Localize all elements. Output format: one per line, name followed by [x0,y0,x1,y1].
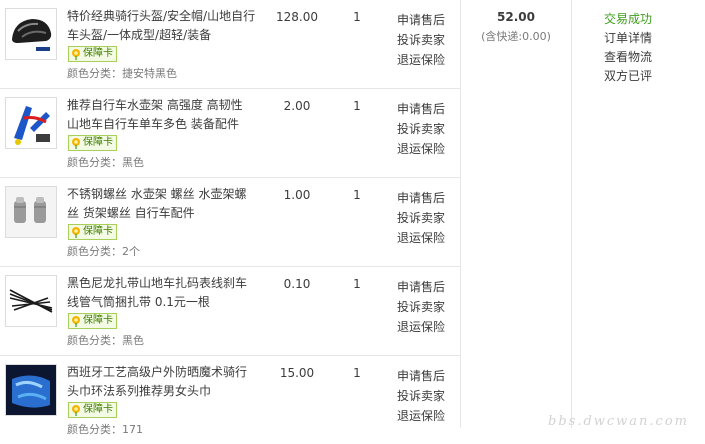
item-attribute: 颜色分类：捷安特黑色 [67,67,177,80]
order-total: 52.00 [497,10,535,24]
guarantee-badge[interactable]: 保障卡 [68,313,117,329]
item-quantity: 1 [353,99,361,113]
order-item-row: 推荐自行车水壶架 高强度 高韧性 山地车自行车单车多色 装备配件 保障卡 颜色分… [0,89,460,178]
complain-seller-link[interactable]: 投诉卖家 [397,208,445,228]
badge-label: 保障卡 [83,404,113,415]
apply-after-sale-link[interactable]: 申请售后 [397,366,445,386]
apply-after-sale-link[interactable]: 申请售后 [397,188,445,208]
guarantee-badge[interactable]: 保障卡 [68,224,117,240]
badge-label: 保障卡 [83,226,113,237]
shipping-fee: (含快递:0.00) [481,30,551,43]
service-links: 申请售后 投诉卖家 退运保险 [397,188,445,248]
watermark: bbs.dwcwan.com [548,414,689,429]
item-attribute: 颜色分类：171 [67,423,143,436]
item-attribute: 颜色分类：2个 [67,245,140,258]
return-insurance-link[interactable]: 退运保险 [397,406,445,426]
order-detail-link[interactable]: 订单详情 [604,29,652,48]
item-title[interactable]: 西班牙工艺高级户外防晒魔术骑行头巾环法系列推荐男女头巾 [67,363,257,401]
item-quantity: 1 [353,277,361,291]
complain-seller-link[interactable]: 投诉卖家 [397,119,445,139]
both-reviewed-link[interactable]: 双方已评 [604,67,652,86]
apply-after-sale-link[interactable]: 申请售后 [397,277,445,297]
complain-seller-link[interactable]: 投诉卖家 [397,30,445,50]
item-title[interactable]: 特价经典骑行头盔/安全帽/山地自行车头盔/一体成型/超轻/装备 [67,7,257,45]
item-attribute: 颜色分类：黑色 [67,334,144,347]
complain-seller-link[interactable]: 投诉卖家 [397,386,445,406]
order-total-column: 52.00 (含快递:0.00) [461,0,571,428]
apply-after-sale-link[interactable]: 申请售后 [397,10,445,30]
order-item-row: 特价经典骑行头盔/安全帽/山地自行车头盔/一体成型/超轻/装备 保障卡 颜色分类… [0,0,460,89]
item-title[interactable]: 黑色尼龙扎带山地车扎码表线刹车线管气筒捆扎带 0.1元一根 [67,274,257,312]
view-logistics-link[interactable]: 查看物流 [604,48,652,67]
badge-label: 保障卡 [83,315,113,326]
flower-icon [70,226,82,238]
return-insurance-link[interactable]: 退运保险 [397,317,445,337]
item-title[interactable]: 推荐自行车水壶架 高强度 高韧性 山地车自行车单车多色 装备配件 [67,96,257,134]
return-insurance-link[interactable]: 退运保险 [397,228,445,248]
bottle-cage-thumbnail[interactable] [5,97,57,149]
badge-label: 保障卡 [83,137,113,148]
service-links: 申请售后 投诉卖家 退运保险 [397,99,445,159]
order-status-column: 交易成功 订单详情 查看物流 双方已评 [572,0,705,428]
complain-seller-link[interactable]: 投诉卖家 [397,297,445,317]
flower-icon [70,404,82,416]
item-price: 128.00 [276,10,318,24]
item-quantity: 1 [353,188,361,202]
return-insurance-link[interactable]: 退运保险 [397,139,445,159]
item-price: 2.00 [283,99,311,113]
order-item-row: 西班牙工艺高级户外防晒魔术骑行头巾环法系列推荐男女头巾 保障卡 颜色分类：171… [0,356,460,444]
order-item-row: 不锈钢螺丝 水壶架 螺丝 水壶架螺丝 货架螺丝 自行车配件 保障卡 颜色分类：2… [0,178,460,267]
flower-icon [70,48,82,60]
order-status: 交易成功 订单详情 查看物流 双方已评 [604,10,652,86]
service-links: 申请售后 投诉卖家 退运保险 [397,10,445,70]
item-price: 1.00 [283,188,311,202]
item-title[interactable]: 不锈钢螺丝 水壶架 螺丝 水壶架螺丝 货架螺丝 自行车配件 [67,185,257,223]
item-attribute: 颜色分类：黑色 [67,156,144,169]
service-links: 申请售后 投诉卖家 退运保险 [397,277,445,337]
guarantee-badge[interactable]: 保障卡 [68,402,117,418]
bandana-thumbnail[interactable] [5,364,57,416]
cable-ties-thumbnail[interactable] [5,275,57,327]
apply-after-sale-link[interactable]: 申请售后 [397,99,445,119]
order-item-row: 黑色尼龙扎带山地车扎码表线刹车线管气筒捆扎带 0.1元一根 保障卡 颜色分类：黑… [0,267,460,356]
service-links: 申请售后 投诉卖家 退运保险 [397,366,445,426]
item-quantity: 1 [353,10,361,24]
order-card: 特价经典骑行头盔/安全帽/山地自行车头盔/一体成型/超轻/装备 保障卡 颜色分类… [0,0,705,436]
guarantee-badge[interactable]: 保障卡 [68,135,117,151]
flower-icon [70,315,82,327]
helmet-thumbnail[interactable] [5,8,57,60]
guarantee-badge[interactable]: 保障卡 [68,46,117,62]
item-price: 15.00 [279,366,315,380]
flower-icon [70,137,82,149]
badge-label: 保障卡 [83,48,113,59]
item-price: 0.10 [283,277,311,291]
status-success: 交易成功 [604,12,653,26]
item-quantity: 1 [353,366,361,380]
return-insurance-link[interactable]: 退运保险 [397,50,445,70]
screws-thumbnail[interactable] [5,186,57,238]
